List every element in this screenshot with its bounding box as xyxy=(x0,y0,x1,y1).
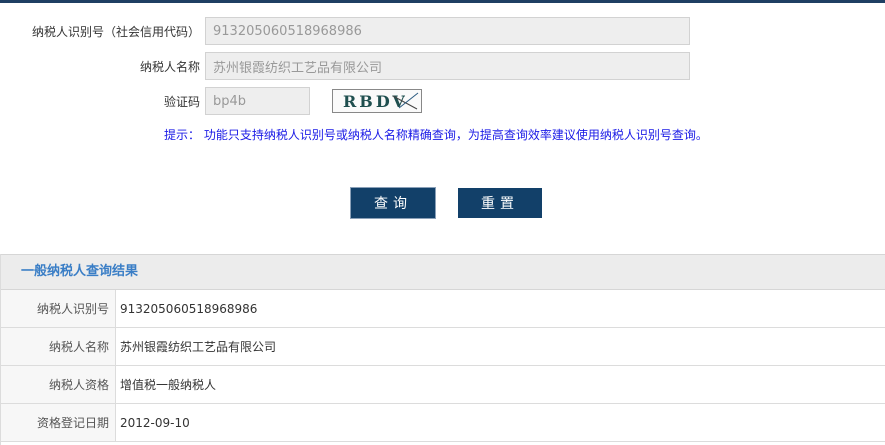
table-row: 纳税人识别号 913205060518968986 xyxy=(1,290,885,328)
table-row: 纳税人名称 苏州银霞纺织工艺品有限公司 xyxy=(1,327,885,366)
captcha-image-text: RBDV xyxy=(343,92,408,111)
result-key-registration-date: 资格登记日期 xyxy=(1,403,116,442)
captcha-input[interactable] xyxy=(205,87,310,115)
reset-button[interactable]: 重置 xyxy=(458,188,542,218)
result-key-taxpayer-name: 纳税人名称 xyxy=(1,327,116,366)
results-title: 一般纳税人查询结果 xyxy=(1,254,885,290)
search-tip: 提示： 功能只支持纳税人识别号或纳税人名称精确查询，为提高查询效率建议使用纳税人… xyxy=(164,128,708,142)
table-row: 资格登记日期 2012-09-10 xyxy=(1,403,885,442)
taxpayer-name-label: 纳税人名称 xyxy=(139,60,200,74)
captcha-image-graphic: RBDV xyxy=(343,92,419,111)
captcha-image[interactable]: RBDV xyxy=(332,89,422,113)
results-panel: 一般纳税人查询结果 纳税人识别号 913205060518968986 纳税人名… xyxy=(0,254,885,445)
result-value-qualification: 增值税一般纳税人 xyxy=(115,365,885,404)
result-value-taxpayer-name: 苏州银霞纺织工艺品有限公司 xyxy=(115,327,885,366)
results-table: 纳税人识别号 913205060518968986 纳税人名称 苏州银霞纺织工艺… xyxy=(1,290,885,442)
taxpayer-id-label: 纳税人识别号（社会信用代码） xyxy=(31,25,200,39)
result-value-registration-date: 2012-09-10 xyxy=(115,403,885,442)
result-key-qualification: 纳税人资格 xyxy=(1,365,116,404)
result-key-taxpayer-id: 纳税人识别号 xyxy=(1,290,116,328)
result-value-taxpayer-id: 913205060518968986 xyxy=(115,290,885,328)
query-button[interactable]: 查询 xyxy=(351,188,435,218)
taxpayer-id-input[interactable] xyxy=(205,17,690,45)
captcha-label: 验证码 xyxy=(163,95,200,109)
top-accent-bar xyxy=(0,0,885,3)
table-row: 纳税人资格 增值税一般纳税人 xyxy=(1,365,885,404)
taxpayer-name-input[interactable] xyxy=(205,52,690,80)
